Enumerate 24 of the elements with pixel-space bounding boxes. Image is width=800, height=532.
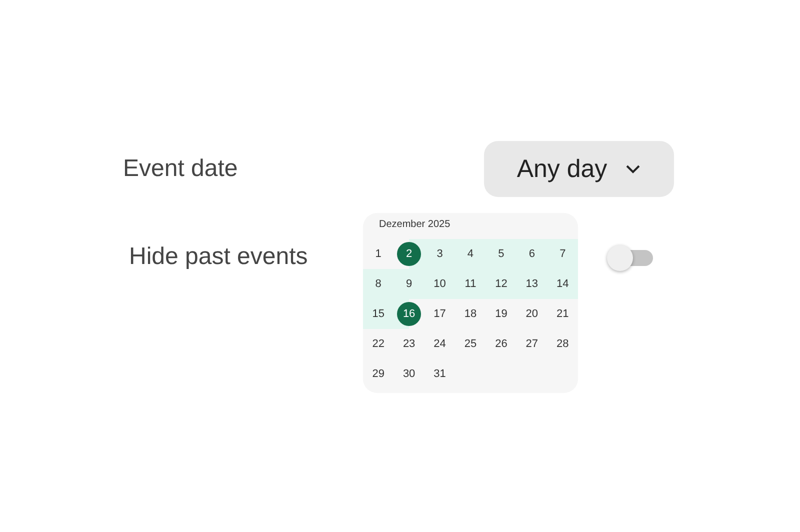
calendar-day[interactable]: 26 [489, 332, 514, 356]
calendar-day[interactable]: 21 [550, 302, 575, 326]
calendar-day[interactable]: 2 [397, 242, 422, 266]
calendar-day[interactable]: 25 [458, 332, 482, 356]
calendar-day[interactable]: 24 [428, 332, 452, 356]
toggle-switch[interactable] [607, 245, 653, 271]
field-label: Hide past events [129, 243, 309, 271]
chevron-down-icon [625, 164, 642, 174]
calendar-day[interactable]: 28 [550, 332, 575, 356]
calendar-day[interactable]: 17 [428, 302, 452, 326]
calendar-day[interactable]: 20 [520, 302, 544, 326]
date-dropdown[interactable]: Any day [484, 141, 674, 197]
month-title: Dezember 2025 [378, 219, 450, 232]
calendar-day[interactable]: 27 [520, 332, 544, 356]
calendar-day[interactable]: 30 [397, 362, 422, 386]
field-label: Event date [123, 155, 239, 183]
calendar-day[interactable]: 29 [366, 362, 390, 386]
calendar-day[interactable]: 22 [366, 332, 390, 356]
calendar-day[interactable]: 19 [489, 302, 514, 326]
calendar-day[interactable]: 31 [428, 362, 452, 386]
calendar-day[interactable]: 18 [458, 302, 482, 326]
calendar-day[interactable]: 23 [397, 332, 422, 356]
calendar-day[interactable]: 16 [397, 302, 422, 326]
calendar-day[interactable]: 1 [366, 242, 390, 266]
